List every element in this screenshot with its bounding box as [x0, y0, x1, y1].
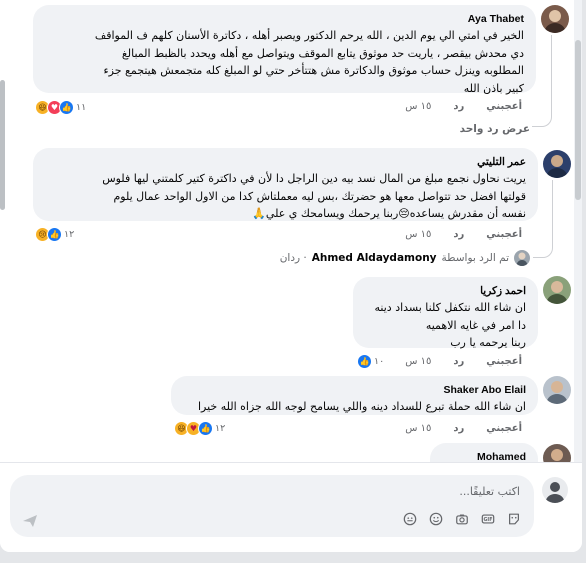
replied-by-count: · ردان	[279, 252, 307, 264]
comments-panel: Aya Thabet الخير في امتي الي يوم الدين ،…	[0, 0, 582, 552]
composer-tools: GIF	[402, 511, 522, 527]
svg-text:GIF: GIF	[484, 517, 493, 523]
sticker-icon[interactable]	[506, 511, 522, 527]
like-reaction-icon: 👍	[357, 353, 372, 369]
comment-actions: أعجبني رد ١٥ س	[405, 98, 522, 114]
thread-line	[533, 180, 553, 258]
comment-text: يريت نحاول نجمع مبلغ من المال نسد بيه دي…	[102, 172, 526, 220]
reaction-summary[interactable]: 😆 ♥ 👍 ١٢	[174, 419, 225, 437]
comment-text: الخير في امتي الي يوم الدين ، الله يرحم …	[94, 29, 524, 95]
comment-actions: أعجبني رد ١٥ س	[405, 226, 522, 242]
comment-text: ان شاء الله نتكفل كلنا بسداد دينه دا امر…	[374, 301, 526, 349]
left-scrollbar[interactable]	[0, 80, 5, 210]
like-button[interactable]: أعجبني	[486, 229, 522, 240]
comment-time[interactable]: ١٥ س	[405, 423, 431, 434]
like-reaction-icon: 👍	[47, 226, 62, 242]
avatar[interactable]	[543, 276, 571, 304]
comment-input[interactable]	[220, 482, 520, 500]
comment-time[interactable]: ١٥ س	[405, 101, 431, 112]
composer-avatar[interactable]	[542, 477, 568, 503]
view-replies-link[interactable]: عرض رد واحد	[460, 123, 530, 135]
comment-bubble: Aya Thabet الخير في امتي الي يوم الدين ،…	[33, 5, 536, 95]
comment-input-box: GIF	[10, 475, 534, 537]
send-icon[interactable]	[22, 513, 38, 527]
reply-button[interactable]: رد	[453, 356, 464, 367]
comment-author[interactable]: احمد زكريا	[365, 283, 526, 299]
comment-composer: GIF	[0, 462, 582, 552]
comment-author[interactable]: Shaker Abo Elail	[183, 382, 526, 398]
comment-bubble: احمد زكريا ان شاء الله نتكفل كلنا بسداد …	[353, 277, 538, 349]
replied-by-prefix: تم الرد بواسطة	[441, 252, 509, 264]
reaction-count: ١٢	[64, 228, 75, 240]
reaction-count: ١٠	[374, 355, 385, 367]
comment-actions: أعجبني رد ١٥ س	[405, 353, 522, 369]
avatar-sticker-icon[interactable]	[402, 511, 418, 527]
reply-button[interactable]: رد	[453, 423, 464, 434]
reaction-summary[interactable]: 👍 ١٠	[357, 352, 384, 370]
comment-time[interactable]: ١٥ س	[405, 356, 431, 367]
thread-line	[532, 35, 552, 127]
comment-bubble: Shaker Abo Elail ان شاء الله حملة تبرع ل…	[171, 376, 538, 415]
emoji-icon[interactable]	[428, 511, 444, 527]
replier-avatar	[514, 250, 530, 266]
like-reaction-icon: 👍	[59, 99, 74, 115]
reply-button[interactable]: رد	[453, 101, 464, 112]
like-button[interactable]: أعجبني	[486, 423, 522, 434]
comment-actions: أعجبني رد ١٥ س	[405, 420, 522, 436]
avatar[interactable]	[541, 5, 569, 33]
reply-button[interactable]: رد	[453, 229, 464, 240]
comment-bubble: عمر التليتي يريت نحاول نجمع مبلغ من الما…	[33, 148, 538, 221]
comment-time[interactable]: ١٥ س	[405, 229, 431, 240]
like-button[interactable]: أعجبني	[486, 101, 522, 112]
reaction-summary[interactable]: 😢 👍 ١٢	[35, 225, 74, 243]
comment-author[interactable]: Aya Thabet	[45, 11, 524, 27]
like-reaction-icon: 👍	[198, 420, 213, 436]
comments-scrollbar[interactable]	[574, 0, 582, 462]
reaction-count: ١٢	[215, 422, 226, 434]
camera-icon[interactable]	[454, 511, 470, 527]
gif-icon[interactable]: GIF	[480, 511, 496, 527]
like-button[interactable]: أعجبني	[486, 356, 522, 367]
scrollbar-thumb[interactable]	[575, 40, 581, 200]
comment-text: ان شاء الله حملة تبرع للسداد دينه واللي …	[197, 400, 526, 413]
replied-by-name[interactable]: Ahmed Aldaydamony	[312, 252, 437, 264]
replied-by-link[interactable]: تم الرد بواسطة Ahmed Aldaydamony · ردان	[280, 250, 530, 266]
comment-author[interactable]: عمر التليتي	[45, 154, 526, 170]
reaction-count: ١١	[76, 101, 87, 113]
avatar[interactable]	[543, 150, 571, 178]
reaction-summary[interactable]: 😆 ♥ 👍 ١١	[35, 98, 86, 116]
avatar[interactable]	[543, 376, 571, 404]
